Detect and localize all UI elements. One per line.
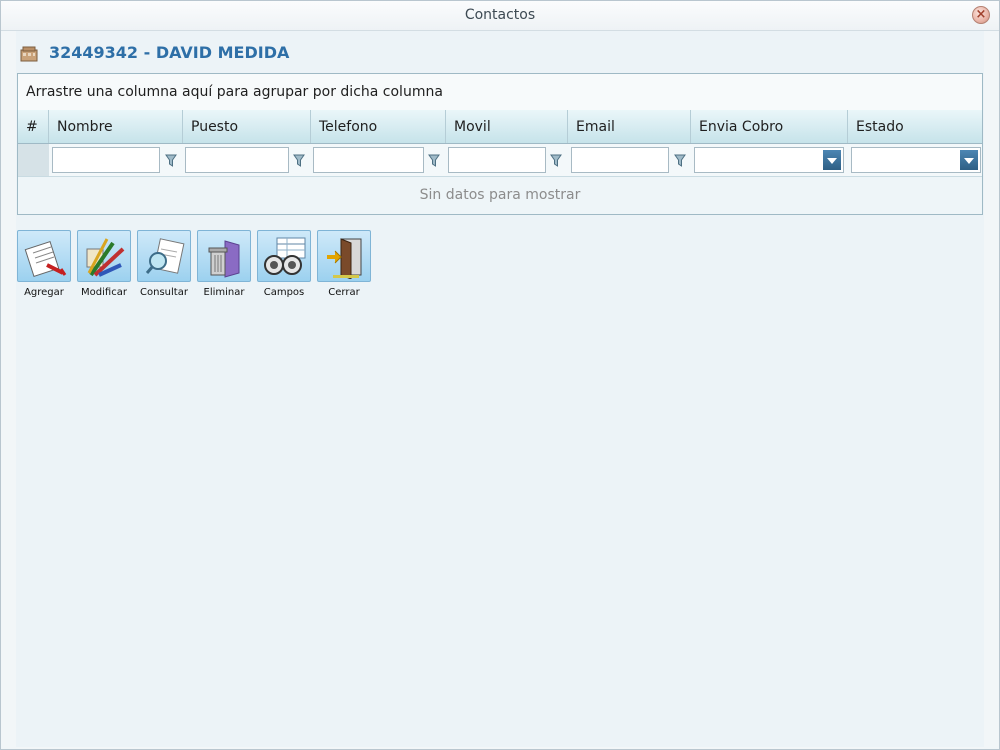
column-label: Email [576,119,615,135]
column-label: Estado [856,119,904,135]
close-form-button-label: Cerrar [328,287,360,298]
column-label: Envia Cobro [699,119,784,135]
column-header-estado[interactable]: Estado [848,110,982,143]
empty-row: Sin datos para mostrar [18,177,982,214]
column-header-movil[interactable]: Movil [446,110,568,143]
contacts-grid: Arrastre una columna aquí para agrupar p… [17,73,983,215]
add-document-icon [24,241,67,277]
pencils-icon [86,238,125,277]
filter-icon[interactable] [674,154,686,168]
group-by-hint: Arrastre una columna aquí para agrupar p… [26,84,443,100]
column-header-nombre[interactable]: Nombre [49,110,183,143]
close-icon: × [975,7,987,22]
magnifier-document-icon [145,238,185,274]
close-button[interactable]: × [972,6,990,24]
filter-email-input[interactable] [571,147,669,173]
column-label: Puesto [191,119,239,135]
filter-icon[interactable] [550,154,562,168]
filter-icon[interactable] [293,154,305,168]
close-form-button[interactable] [317,230,371,282]
empty-message: Sin datos para mostrar [419,187,581,203]
add-button[interactable] [17,230,71,282]
filter-puesto-input[interactable] [185,147,289,173]
filter-movil-input[interactable] [448,147,546,173]
filter-row-number-cell [18,144,49,176]
modify-button[interactable] [77,230,131,282]
column-label: Telefono [319,119,378,135]
title-bar: Contactos × [1,1,999,31]
filter-estado-select[interactable] [851,147,981,173]
column-header-number[interactable]: # [18,110,49,143]
add-button-label: Agregar [24,287,64,298]
binoculars-icon [264,237,306,275]
filter-telefono-input[interactable] [313,147,424,173]
column-label: Movil [454,119,491,135]
exit-door-icon [327,238,362,279]
filter-icon[interactable] [165,154,177,168]
consult-button-label: Consultar [140,287,188,298]
page-title: 32449342 - DAVID MEDIDA [49,43,290,62]
column-header-email[interactable]: Email [568,110,691,143]
column-header-telefono[interactable]: Telefono [311,110,446,143]
filter-envia-cobro-select[interactable] [694,147,844,173]
chevron-down-icon[interactable] [960,150,978,170]
column-headers: # Nombre Puesto Telefono Movil Email Env… [18,110,982,144]
consult-button[interactable] [137,230,191,282]
fields-button[interactable] [257,230,311,282]
delete-button[interactable] [197,230,251,282]
modify-button-label: Modificar [81,287,127,298]
fields-button-label: Campos [263,287,305,298]
delete-button-label: Eliminar [203,287,245,298]
column-header-puesto[interactable]: Puesto [183,110,311,143]
column-header-envia-cobro[interactable]: Envia Cobro [691,110,848,143]
column-label: # [26,119,38,135]
trash-bin-icon [208,240,240,278]
window-title: Contactos [464,7,536,23]
contacts-window: Contactos × 32449342 - DAVID MEDIDA Arra… [0,0,1000,750]
filter-icon[interactable] [428,154,440,168]
group-by-panel[interactable]: Arrastre una columna aquí para agrupar p… [18,74,982,111]
building-icon [20,46,38,62]
filter-row [18,144,982,177]
column-label: Nombre [57,119,113,135]
filter-nombre-input[interactable] [52,147,160,173]
chevron-down-icon[interactable] [823,150,841,170]
